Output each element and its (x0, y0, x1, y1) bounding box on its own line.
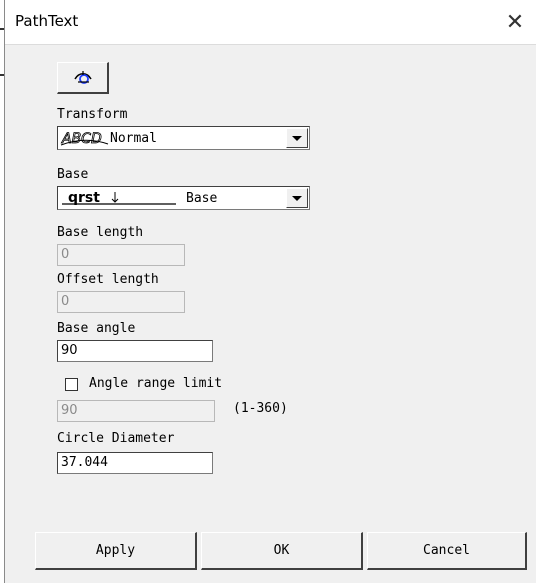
base-angle-label: Base angle (57, 321, 136, 336)
transform-label: Transform (57, 107, 128, 122)
angle-range-limit-checkbox[interactable] (65, 378, 78, 391)
base-select[interactable]: qrst Base (57, 186, 310, 210)
path-text-tool-button[interactable] (57, 62, 109, 94)
transform-select[interactable]: ABCD Normal (57, 126, 310, 150)
circle-diameter-label: Circle Diameter (57, 431, 175, 446)
transform-preview-text: ABCD (61, 131, 102, 147)
base-dropdown-button[interactable] (286, 188, 308, 208)
close-button[interactable]: ✕ (493, 0, 536, 44)
base-selected: Base (186, 191, 218, 206)
base-preview-icon: qrst (62, 190, 176, 206)
angle-range-hint: (1-360) (233, 401, 288, 416)
angle-range-limit-label: Angle range limit (89, 376, 223, 391)
chevron-down-icon (292, 195, 302, 201)
ok-button[interactable]: OK (201, 532, 363, 570)
transform-selected: Normal (110, 131, 157, 146)
cancel-button[interactable]: Cancel (367, 532, 527, 570)
chevron-down-icon (292, 135, 302, 141)
path-text-icon (73, 70, 92, 84)
transform-dropdown-button[interactable] (286, 128, 308, 148)
circle-diameter-input[interactable]: 37.044 (57, 452, 213, 474)
offset-length-input[interactable]: 0 (57, 291, 185, 313)
apply-button[interactable]: Apply (35, 532, 197, 570)
close-icon: ✕ (505, 9, 525, 35)
title-bar[interactable]: PathText ✕ (5, 0, 536, 45)
pathtext-dialog: PathText ✕ Transform ABCD Normal Base qr… (4, 0, 536, 583)
transform-preview-icon: ABCD (61, 131, 109, 147)
base-label: Base (57, 167, 89, 182)
base-length-input[interactable]: 0 (57, 244, 185, 266)
angle-range-limit-input[interactable]: 90 (57, 400, 215, 422)
base-length-label: Base length (57, 225, 144, 240)
dialog-title: PathText (15, 12, 79, 30)
base-angle-input[interactable]: 90 (57, 340, 213, 362)
offset-length-label: Offset length (57, 272, 159, 287)
